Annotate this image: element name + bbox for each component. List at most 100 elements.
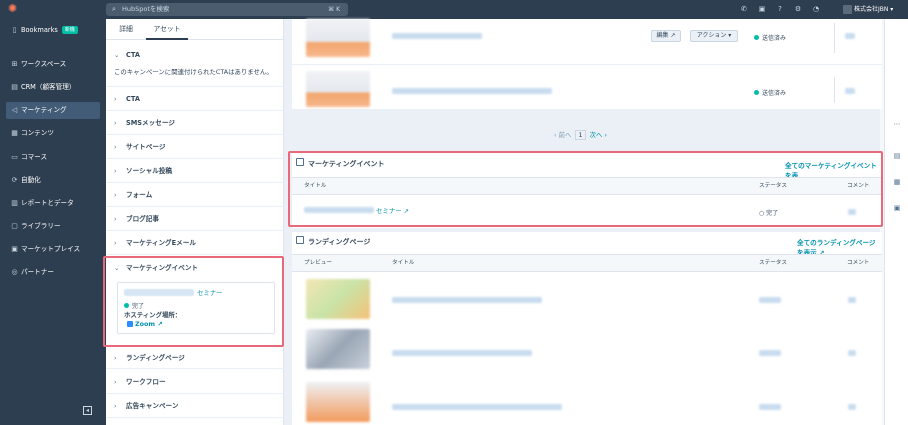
- right-rail: ⋯ ▤ ▦ ▣: [884, 19, 908, 425]
- landing-title-text: ランディングページ: [308, 238, 371, 246]
- search-icon: ⌕: [112, 5, 116, 13]
- grid-icon: ⊞: [11, 60, 18, 68]
- landing-table-header: プレビュー タイトル ステータス コメント: [292, 254, 882, 272]
- current-page[interactable]: 1: [575, 130, 586, 140]
- browser-icon: [296, 236, 304, 244]
- status-text: 完了: [766, 210, 779, 217]
- blurred-status: [759, 404, 781, 410]
- tab-assets[interactable]: アセット: [146, 19, 188, 40]
- chevron-right-icon[interactable]: ›: [604, 131, 607, 139]
- tasks-icon[interactable]: ▣: [892, 203, 902, 213]
- nav-item-commerce[interactable]: ▭ コマース: [6, 149, 100, 166]
- nav-item-reports[interactable]: ▥ レポートとデータ: [6, 195, 100, 212]
- col-title: タイトル: [304, 183, 327, 189]
- actions-button[interactable]: アクション ▾: [690, 30, 738, 42]
- nav-item-library[interactable]: ▢ ライブラリー: [6, 218, 100, 235]
- section-social[interactable]: › ソーシャル投稿: [106, 159, 284, 183]
- search-input[interactable]: ⌕ HubSpotを検索 ⌘ K: [106, 3, 348, 16]
- prev-page-button[interactable]: 前へ: [559, 131, 572, 139]
- blurred-title: [392, 88, 552, 94]
- event-name-link[interactable]: セミナー: [124, 288, 223, 297]
- nav-label: レポートとデータ: [21, 199, 74, 207]
- hubspot-logo-icon[interactable]: ✺: [8, 3, 20, 15]
- section-label: ブログ記事: [126, 215, 159, 223]
- section-marketing-events[interactable]: ⌄ マーケティングイベント: [106, 256, 284, 280]
- section-marketing-email[interactable]: › マーケティングEメール: [106, 231, 284, 255]
- status-dot-icon: [754, 35, 759, 40]
- section-blog[interactable]: › ブログ記事: [106, 207, 284, 231]
- chevron-right-icon: ›: [114, 119, 117, 127]
- preview-thumbnail: [306, 71, 370, 107]
- chevron-right-icon: ›: [114, 239, 117, 247]
- event-row-link[interactable]: セミナー ↗: [304, 206, 409, 215]
- section-workflows[interactable]: › ワークフロー: [106, 370, 284, 394]
- bookmark-icon: ▯: [12, 26, 17, 34]
- preview-thumbnail: [306, 382, 370, 422]
- content-icon: ▦: [11, 129, 18, 137]
- email-list-card: 編集 ↗ アクション ▾ 送信済み 送信済み: [292, 19, 882, 109]
- search-shortcut: ⌘ K: [328, 6, 340, 13]
- chevron-left-icon[interactable]: ‹: [554, 131, 557, 139]
- blurred-title: [392, 297, 542, 303]
- section-cta[interactable]: › CTA: [106, 87, 284, 111]
- account-name: 株式会社JBN ▾: [854, 6, 894, 13]
- divider: [834, 23, 835, 53]
- blurred-status: [759, 350, 781, 356]
- nav-label: 自動化: [21, 176, 41, 184]
- notifications-icon[interactable]: ◔: [811, 4, 821, 14]
- status-text: 完了: [132, 303, 145, 310]
- col-title: タイトル: [392, 260, 415, 266]
- nav-label: CRM（顧客管理）: [21, 83, 76, 91]
- nav-label: マーケットプレイス: [21, 245, 81, 253]
- event-status: 完了: [124, 301, 144, 310]
- nav-label: コンテンツ: [21, 129, 54, 137]
- divider: [292, 64, 882, 65]
- section-ad-campaigns[interactable]: › 広告キャンペーン: [106, 394, 284, 418]
- col-comment: コメント: [847, 183, 870, 189]
- nav-item-marketing[interactable]: ◁ マーケティング: [6, 102, 100, 119]
- nav-item-partner[interactable]: ◎ パートナー: [6, 264, 100, 281]
- settings-icon[interactable]: ⚙: [793, 4, 803, 14]
- col-status: ステータス: [759, 260, 787, 266]
- nav-item-bookmarks[interactable]: ▯ Bookmarks 新機: [6, 22, 100, 39]
- chevron-right-icon: ›: [114, 191, 117, 199]
- library-icon: ▢: [11, 222, 18, 230]
- nav-item-crm[interactable]: ▤ CRM（顧客管理）: [6, 79, 100, 96]
- help-icon[interactable]: ?: [775, 4, 785, 14]
- section-site-pages[interactable]: › サイトページ: [106, 135, 284, 159]
- new-badge: 新機: [61, 26, 78, 34]
- account-menu[interactable]: 株式会社JBN ▾: [843, 4, 893, 15]
- col-comment: コメント: [847, 260, 870, 266]
- nav-item-automation[interactable]: ⟳ 自動化: [6, 172, 100, 189]
- nav-item-marketplace[interactable]: ▣ マーケットプレイス: [6, 241, 100, 258]
- blurred-title: [392, 404, 562, 410]
- section-cta-open[interactable]: ⌄ CTA: [106, 43, 284, 67]
- phone-icon[interactable]: ✆: [739, 4, 749, 14]
- section-forms[interactable]: › フォーム: [106, 183, 284, 207]
- apps-icon[interactable]: ⋯: [892, 119, 902, 129]
- calendar-icon[interactable]: ▦: [892, 177, 902, 187]
- landing-card-title: ランディングページ: [296, 236, 371, 247]
- section-landing-pages[interactable]: › ランディングページ: [106, 345, 284, 369]
- nav-item-workspace[interactable]: ⊞ ワークスペース: [6, 56, 100, 73]
- blurred-comment: [845, 33, 855, 39]
- zoom-icon: [127, 321, 133, 327]
- marketplace-icon[interactable]: ▣: [757, 4, 767, 14]
- nav-label: マーケティング: [21, 106, 67, 114]
- pagination: ‹ 前へ 1 次へ ›: [554, 130, 607, 140]
- section-label: フォーム: [126, 191, 153, 199]
- edit-button[interactable]: 編集 ↗: [651, 30, 681, 42]
- next-page-button[interactable]: 次へ: [590, 131, 603, 139]
- collapse-nav-icon[interactable]: ◂: [83, 406, 92, 415]
- preview-thumbnail: [306, 19, 370, 57]
- tab-details[interactable]: 詳細: [110, 19, 142, 40]
- blurred-title: [392, 33, 482, 39]
- megaphone-icon: ◁: [11, 106, 18, 114]
- section-sms[interactable]: › SMSメッセージ: [106, 111, 284, 135]
- chevron-right-icon: ›: [114, 167, 117, 175]
- left-navigation: ▯ Bookmarks 新機 ⊞ ワークスペース ▤ CRM（顧客管理） ◁ マー…: [0, 19, 106, 425]
- nav-item-content[interactable]: ▦ コンテンツ: [6, 125, 100, 142]
- chat-icon[interactable]: ▤: [892, 151, 902, 161]
- zoom-link[interactable]: Zoom ↗: [127, 320, 163, 328]
- search-placeholder: HubSpotを検索: [122, 5, 170, 13]
